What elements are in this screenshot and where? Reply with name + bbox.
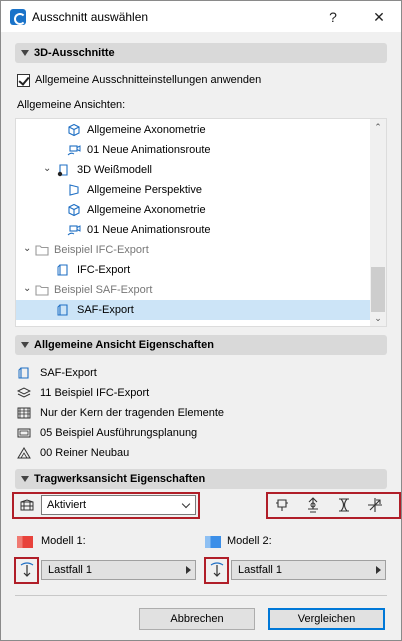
section-header-structural-properties[interactable]: Tragwerksansicht Eigenschaften — [15, 469, 387, 489]
tree-item-label: SAF-Export — [77, 304, 134, 316]
scroll-down-arrow-icon[interactable]: ⌄ — [370, 310, 386, 326]
section-title: 3D-Ausschnitte — [34, 47, 115, 59]
views-tree[interactable]: Allgemeine Axonometrie 01 Neue Animation… — [15, 118, 387, 327]
chevron-down-icon[interactable]: ⌄ — [23, 279, 31, 299]
load-case-icon[interactable] — [18, 561, 36, 579]
popup-value: Lastfall 1 — [48, 564, 93, 576]
scroll-thumb[interactable] — [371, 267, 385, 312]
cancel-button[interactable]: Abbrechen — [139, 608, 255, 630]
popup-value: Lastfall 1 — [238, 564, 283, 576]
chevron-down-icon — [181, 499, 191, 509]
property-value: 05 Beispiel Ausführungsplanung — [40, 427, 198, 439]
load-display-icon[interactable] — [336, 497, 352, 513]
model2-color-swatch — [205, 536, 221, 548]
tree-item[interactable]: Allgemeine Axonometrie — [16, 120, 371, 140]
tree-item[interactable]: IFC-Export — [16, 260, 371, 280]
close-button[interactable]: ✕ — [368, 7, 390, 27]
collapse-triangle-icon — [21, 342, 29, 348]
layer-combination-icon — [17, 387, 31, 398]
3d-model-icon — [57, 164, 68, 177]
tree-item-label: Beispiel SAF-Export — [54, 284, 153, 296]
show-elements-icon[interactable] — [274, 497, 290, 513]
model1-label: Modell 1: — [41, 535, 86, 547]
renovation-filter-icon — [17, 447, 31, 459]
tree-item[interactable]: ⌄ 3D Weißmodell — [16, 160, 371, 180]
tree-item-label: IFC-Export — [77, 264, 131, 276]
view-icon — [57, 304, 68, 316]
dialog-title: Ausschnitt auswählen — [32, 10, 149, 24]
tree-item[interactable]: ⌄ Beispiel IFC-Export — [16, 240, 371, 260]
archicad-app-icon — [10, 9, 26, 25]
section-title: Allgemeine Ansicht Eigenschaften — [34, 339, 214, 351]
tree-item-label: Allgemeine Axonometrie — [87, 124, 206, 136]
dialog-window: Ausschnitt auswählen ? ✕ 3D-Ausschnitte … — [0, 0, 402, 641]
axonometry-icon — [68, 203, 80, 217]
model2-load-case-popup[interactable]: Lastfall 1 — [231, 560, 386, 580]
tree-item-label: 01 Neue Animationsroute — [87, 144, 211, 156]
tree-item-selected[interactable]: SAF-Export — [16, 300, 371, 320]
support-icon[interactable] — [305, 497, 321, 513]
compare-button[interactable]: Vergleichen — [268, 608, 385, 630]
tree-item[interactable]: Allgemeine Perspektive — [16, 180, 371, 200]
tree-item[interactable]: Allgemeine Axonometrie — [16, 200, 371, 220]
tree-item-label: 3D Weißmodell — [77, 164, 152, 176]
tree-item[interactable]: ⌄ Beispiel SAF-Export — [16, 280, 371, 300]
property-value: SAF-Export — [40, 367, 97, 379]
tree-scrollbar[interactable]: ⌃ ⌄ — [370, 119, 386, 326]
view-icon — [18, 367, 29, 379]
structural-mode-dropdown[interactable]: Aktiviert — [41, 495, 196, 515]
chevron-right-icon — [186, 566, 191, 574]
help-button[interactable]: ? — [322, 7, 344, 27]
perspective-icon — [69, 184, 79, 196]
model1-color-swatch — [17, 536, 33, 548]
partial-structure-icon — [17, 407, 31, 419]
collapse-triangle-icon — [21, 50, 29, 56]
chevron-right-icon — [376, 566, 381, 574]
camera-path-icon — [67, 145, 81, 156]
camera-path-icon — [67, 225, 81, 236]
apply-general-settings-checkbox[interactable] — [17, 74, 30, 87]
property-value: Nur der Kern der tragenden Elemente — [40, 407, 225, 419]
tree-item[interactable]: 01 Neue Animationsroute — [16, 140, 371, 160]
footer-divider — [15, 595, 387, 596]
folder-icon — [35, 285, 49, 296]
property-value: 00 Reiner Neubau — [40, 447, 130, 459]
model-view-options-icon — [17, 428, 31, 438]
folder-icon — [35, 245, 49, 256]
tree-item-label: Allgemeine Axonometrie — [87, 204, 206, 216]
title-bar: Ausschnitt auswählen ? ✕ — [1, 1, 401, 32]
view-icon — [57, 264, 68, 276]
tree-item[interactable]: 01 Neue Animationsroute — [16, 220, 371, 240]
diagram-display-icon[interactable] — [367, 497, 383, 513]
section-title: Tragwerksansicht Eigenschaften — [34, 473, 206, 485]
structural-analytical-model-icon — [20, 499, 34, 511]
dropdown-value: Aktiviert — [47, 499, 87, 511]
model2-label: Modell 2: — [227, 535, 272, 547]
tree-item-label: Beispiel IFC-Export — [54, 244, 149, 256]
apply-general-settings-label: Allgemeine Ausschnitteinstellungen anwen… — [35, 74, 262, 86]
scroll-up-arrow-icon[interactable]: ⌃ — [370, 119, 386, 135]
chevron-down-icon[interactable]: ⌄ — [23, 239, 31, 259]
section-header-general-properties[interactable]: Allgemeine Ansicht Eigenschaften — [15, 335, 387, 355]
collapse-triangle-icon — [21, 476, 29, 482]
tree-item-label: Allgemeine Perspektive — [87, 184, 202, 196]
tree-item-label: 01 Neue Animationsroute — [87, 224, 211, 236]
model1-load-case-popup[interactable]: Lastfall 1 — [41, 560, 196, 580]
section-header-3d-views[interactable]: 3D-Ausschnitte — [15, 43, 387, 63]
property-value: 11 Beispiel IFC-Export — [40, 387, 150, 399]
load-case-icon[interactable] — [208, 561, 226, 579]
chevron-down-icon[interactable]: ⌄ — [43, 159, 51, 179]
axonometry-icon — [68, 123, 80, 137]
general-views-label: Allgemeine Ansichten: — [17, 99, 126, 111]
